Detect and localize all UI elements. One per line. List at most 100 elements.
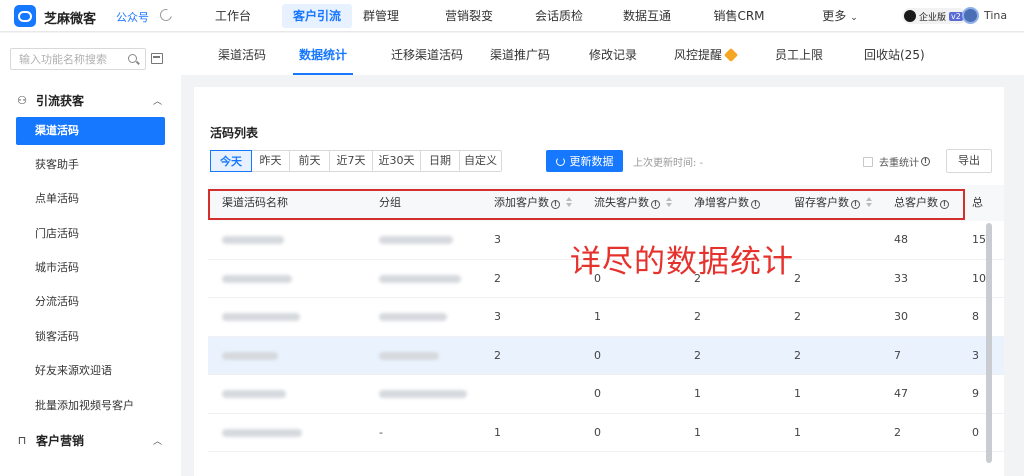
tab-data-statistics[interactable]: 数据统计 [292,33,354,75]
info-icon[interactable]: ! [921,157,930,166]
sidebar-item-order-code[interactable]: 点单活码 [16,185,165,213]
cell-lost: 0 [594,348,601,362]
refresh-icon [555,156,565,166]
table-row[interactable]: - 1 0 1 1 2 0 [208,414,1004,452]
nav-item-workbench[interactable]: 工作台 [212,0,254,32]
data-table: 渠道活码名称 分组 添加客户数! 流失客户数! 净增客户数! 留存客户数! 总客… [208,185,1004,452]
sidebar-search [10,48,146,70]
sidebar-item-acquisition-assistant[interactable]: 获客助手 [16,151,165,179]
dedupe-checkbox[interactable] [863,156,873,167]
cell-group [379,221,453,259]
sidebar-item-store-code[interactable]: 门店活码 [16,220,165,248]
export-button[interactable]: 导出 [946,149,992,173]
cell-added: 2 [494,271,501,285]
tab-migrate-code[interactable]: 迁移渠道活码 [391,33,463,75]
nav-item-session-quality[interactable]: 会话质检 [531,0,587,32]
nav-item-more[interactable]: 更多 ⌄ [815,0,865,32]
sidebar-item-lock-code[interactable]: 锁客活码 [16,323,165,351]
cell-channel-name [222,298,300,336]
official-account-link[interactable]: 公众号 [116,9,149,25]
nav-item-customer-acquisition[interactable]: 客户引流 [282,4,352,28]
cell-channel-name [222,375,286,413]
cell-net: 1 [694,387,701,400]
vip-diamond-icon [723,47,739,63]
sidebar-item-welcome-message[interactable]: 好友来源欢迎语 [16,357,165,385]
range-custom[interactable]: 自定义 [459,151,501,171]
cell-group: - [379,425,383,439]
sidebar-search-input[interactable] [19,49,129,69]
tab-employee-limit[interactable]: 员工上限 [775,33,823,75]
sidebar-item-city-code[interactable]: 城市活码 [16,254,165,282]
table-header-highlight-box [208,189,965,220]
cell-retained: 1 [794,425,801,439]
cell-channel-name [222,260,292,298]
main-panel: 活码列表 今天 昨天 前天 近7天 近30天 日期 自定义 更新数据 上次更新时… [194,87,1004,476]
user-name[interactable]: Tina [984,9,1007,22]
sidebar-group-acquisition[interactable]: ⚇ 引流获客 ︿ [0,85,181,115]
tab-risk-alert-label: 风控提醒 [674,48,723,62]
range-date[interactable]: 日期 [420,151,459,171]
dedupe-option[interactable]: 去重统计 ! [863,154,930,169]
enterprise-badge[interactable]: 企业版 v2 [902,8,967,24]
sidebar-group-marketing[interactable]: ⊓ 客户营销 ︿ [0,425,181,455]
update-data-button[interactable]: 更新数据 [546,150,623,172]
cell-net: 2 [694,310,701,323]
cell-group [379,375,467,413]
range-last-7-days[interactable]: 近7天 [329,151,372,171]
chevron-up-icon: ︿ [152,96,162,107]
cell-channel-name [222,221,284,259]
app-logo-icon[interactable] [14,5,36,27]
tab-change-log[interactable]: 修改记录 [589,33,637,75]
bookmark-icon: ⊓ [17,433,27,447]
range-today[interactable]: 今天 [210,150,252,172]
top-nav-bar: 芝麻微客 公众号 工作台 客户引流 群管理 营销裂变 会话质检 数据互通 销售C… [0,0,1024,32]
range-last-30-days[interactable]: 近30天 [372,151,420,171]
sidebar: ⚇ 引流获客 ︿ 渠道活码 获客助手 点单活码 门店活码 城市活码 分流活码 锁… [0,33,181,476]
range-yesterday[interactable]: 昨天 [251,151,289,171]
cell-net: 1 [694,425,701,439]
cell-group [379,337,439,375]
nav-item-sales-crm[interactable]: 销售CRM [707,0,771,32]
range-day-before[interactable]: 前天 [289,151,329,171]
dark-mode-icon[interactable] [157,6,175,24]
sidebar-item-batch-add-video[interactable]: 批量添加视频号客户 [16,392,165,420]
tab-risk-alert[interactable]: 风控提醒 [674,33,739,75]
nav-item-data-sync[interactable]: 数据互通 [619,0,675,32]
cell-channel-name [222,337,278,375]
cell-total: 47 [894,387,908,400]
cell-added: 2 [494,348,501,362]
section-title: 活码列表 [210,126,259,140]
table-row[interactable]: 0 1 1 47 9 [208,375,1004,414]
cell-lost: 0 [594,387,601,400]
tab-promotion-code[interactable]: 渠道推广码 [490,33,550,75]
cell-extra: 8 [972,310,979,323]
dedupe-label: 去重统计 [879,158,919,169]
cell-retained: 2 [794,271,801,285]
table-row[interactable]: 3 1 2 2 30 8 [208,298,1004,337]
sidebar-item-split-code[interactable]: 分流活码 [16,288,165,316]
cell-group [379,260,461,298]
enterprise-label: 企业版 [919,12,947,23]
chevron-down-icon: ⌄ [850,13,858,23]
menu-layout-icon[interactable] [151,53,163,64]
nav-item-marketing-fission[interactable]: 营销裂变 [441,0,497,32]
tab-channel-code[interactable]: 渠道活码 [218,33,266,75]
nav-item-group-management[interactable]: 群管理 [360,0,402,32]
app-name: 芝麻微客 [44,12,97,27]
cell-retained: 2 [794,348,801,362]
table-row[interactable]: 2 0 2 2 7 3 [208,336,1004,375]
avatar[interactable] [962,7,979,24]
sidebar-item-channel-code[interactable]: 渠道活码 [16,117,165,145]
cell-extra: 10 [972,271,986,285]
cell-total: 30 [894,310,908,323]
chevron-up-icon: ︿ [152,436,162,447]
user-add-icon: ⚇ [17,93,27,107]
cell-added: 3 [494,310,501,323]
tab-recycle-bin[interactable]: 回收站(25) [864,33,925,75]
cell-added: 1 [494,425,501,439]
table-scrollbar[interactable] [986,223,992,463]
cell-extra: 15 [972,233,986,246]
cell-retained: 2 [794,310,801,323]
cell-lost: 0 [594,425,601,439]
search-icon[interactable] [128,54,137,63]
